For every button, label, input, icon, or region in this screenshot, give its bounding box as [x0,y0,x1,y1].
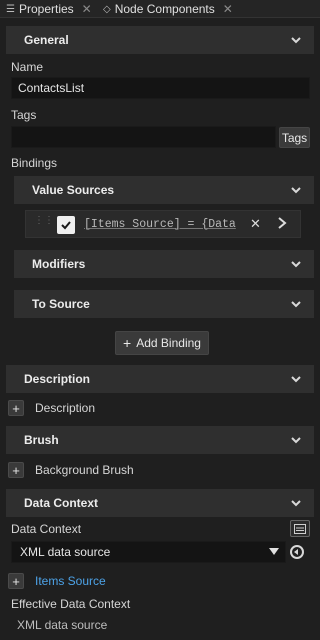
binding-expression[interactable]: [Items Source] = {Data [84,212,236,236]
tags-field[interactable] [11,126,276,148]
drag-handle-icon[interactable]: ⋮⋮ [34,216,54,226]
data-source-editor-icon[interactable] [290,520,310,537]
components-icon: ◇ [103,3,111,15]
binding-enabled-checkbox[interactable] [57,216,75,234]
tags-button[interactable]: Tags [279,127,310,148]
close-icon[interactable]: ✕ [223,2,233,16]
value-sources-header[interactable]: Value Sources [14,176,314,204]
effective-data-context-value: XML data source [17,618,108,632]
add-background-brush-button[interactable]: + [8,462,24,478]
section-data-context-header[interactable]: Data Context [6,489,314,517]
chevron-down-icon [290,34,302,46]
add-items-source-button[interactable]: + [8,573,24,589]
effective-data-context-label: Effective Data Context [11,597,131,611]
checkmark-icon [61,221,71,230]
background-brush-label: Background Brush [35,463,134,477]
chevron-down-icon [290,258,302,270]
chevron-down-icon [290,497,302,509]
section-brush-header[interactable]: Brush [6,426,314,454]
plus-icon: + [12,400,20,416]
plus-icon: + [12,462,20,478]
tab-properties[interactable]: ☰ Properties ✕ [6,0,92,18]
section-description-header[interactable]: Description [6,365,314,393]
data-context-select[interactable]: XML data source [11,541,286,563]
to-source-header[interactable]: To Source [14,290,314,318]
tab-node-components[interactable]: ◇ Node Components ✕ [103,0,233,18]
chevron-down-icon [290,434,302,446]
bindings-label: Bindings [11,156,58,170]
description-label: Description [35,401,96,415]
name-field[interactable]: ContactsList [11,77,310,99]
name-label: Name [11,60,44,74]
dropdown-arrow-icon [269,545,279,559]
reset-icon[interactable] [289,544,305,560]
modifiers-header[interactable]: Modifiers [14,250,314,278]
plus-icon: + [123,335,132,351]
close-icon[interactable]: ✕ [82,2,92,16]
plus-icon: + [12,573,20,589]
items-source-link[interactable]: Items Source [35,574,106,588]
chevron-right-icon[interactable] [276,216,288,230]
chevron-down-icon [290,184,302,196]
section-general-header[interactable]: General [6,26,314,54]
add-description-button[interactable]: + [8,400,24,416]
chevron-down-icon [290,373,302,385]
data-context-label: Data Context [11,522,82,536]
tags-label: Tags [11,108,37,122]
remove-binding-icon[interactable]: ✕ [250,216,261,232]
add-binding-button[interactable]: + Add Binding [115,331,209,355]
list-icon: ☰ [6,3,15,15]
chevron-down-icon [290,298,302,310]
